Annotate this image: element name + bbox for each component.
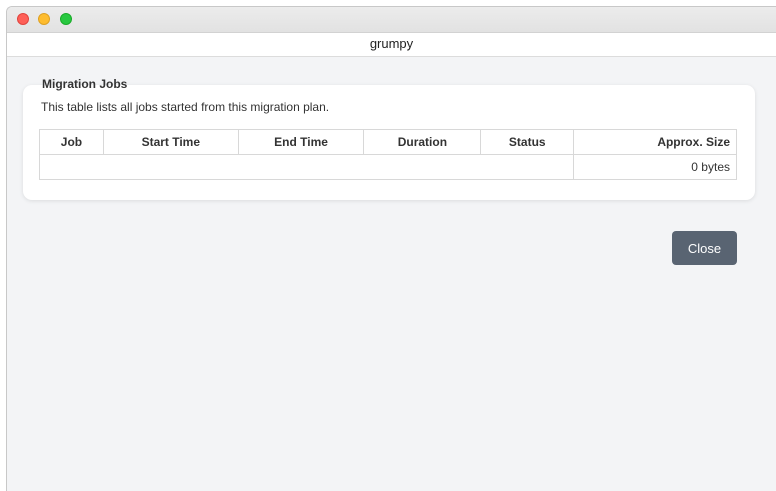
window-title: grumpy	[7, 33, 776, 57]
panel-title: Migration Jobs	[42, 77, 128, 91]
panel-description: This table lists all jobs started from t…	[41, 100, 330, 114]
jobs-table: Job Start Time End Time Duration Status …	[38, 129, 737, 180]
window-minimize-icon[interactable]	[38, 13, 50, 25]
column-header-job[interactable]: Job	[39, 129, 104, 155]
screen: grumpy Migration Jobs This table lists a…	[0, 0, 776, 491]
column-header-status[interactable]: Status	[480, 129, 575, 155]
column-header-end-time[interactable]: End Time	[237, 129, 365, 155]
migration-jobs-panel: Migration Jobs This table lists all jobs…	[23, 77, 755, 200]
column-header-start-time[interactable]: Start Time	[102, 129, 239, 155]
table-cell-approx-size: 0 bytes	[573, 154, 737, 180]
table-header-row: Job Start Time End Time Duration Status …	[39, 129, 737, 155]
close-button[interactable]: Close	[672, 231, 737, 265]
table-cell-empty	[38, 154, 575, 180]
column-header-approx-size[interactable]: Approx. Size	[573, 129, 737, 155]
column-header-duration[interactable]: Duration	[363, 129, 482, 155]
table-row: 0 bytes	[38, 154, 737, 180]
window-titlebar[interactable]	[7, 7, 776, 33]
window-maximize-icon[interactable]	[60, 13, 72, 25]
app-window: grumpy Migration Jobs This table lists a…	[6, 6, 776, 491]
window-close-icon[interactable]	[17, 13, 29, 25]
